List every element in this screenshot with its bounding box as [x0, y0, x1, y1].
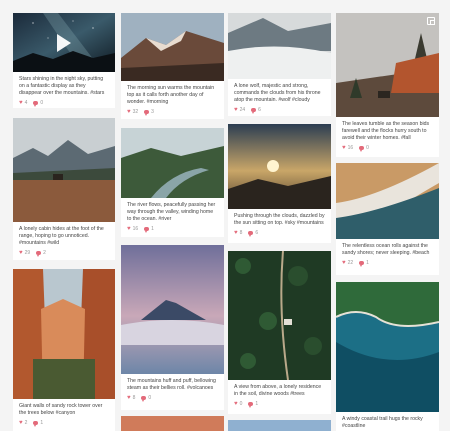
post-card[interactable]: The leaves tumble as the season bids far… [336, 13, 439, 157]
likes[interactable]: ♥ 0 [234, 401, 242, 407]
post-card[interactable]: A lonely cabin hides at the foot of the … [13, 118, 115, 260]
post-photo[interactable] [228, 124, 331, 209]
gallery-icon [427, 17, 435, 25]
post-card[interactable]: The morning sun warms the mountain top a… [121, 13, 224, 119]
post-card[interactable]: A windy coastal trail hugs the rocky #co… [336, 282, 439, 431]
post-caption: Giant walls of sandy rock tower over the… [19, 403, 103, 416]
post-stats: ♥ 32 3 [121, 106, 224, 116]
post-stats: ♥ 0 1 [228, 398, 331, 408]
post-photo[interactable] [228, 13, 331, 79]
post-caption: The river flows, peacefully passing her … [127, 202, 216, 222]
post-stats: ♥ 16 0 [336, 142, 439, 152]
heart-icon: ♥ [234, 401, 238, 407]
comments[interactable]: 0 [141, 395, 151, 402]
likes[interactable]: ♥ 8 [234, 230, 242, 236]
comments[interactable]: 0 [33, 100, 43, 107]
post-card[interactable]: Stars shining in the night sky, putting … [13, 13, 115, 108]
likes[interactable]: ♥ 4 [19, 100, 27, 106]
likes[interactable]: ♥ 24 [234, 107, 245, 113]
likes[interactable]: ♥ 32 [127, 109, 138, 115]
heart-icon: ♥ [19, 420, 23, 426]
comments[interactable]: 0 [359, 145, 369, 152]
comment-icon [144, 110, 150, 116]
heart-icon: ♥ [342, 145, 346, 151]
post-caption: The mountains huff and puff, bellowing s… [127, 378, 216, 391]
post-stats: ♥ 8 0 [121, 392, 224, 402]
post-stats: ♥ 24 6 [228, 104, 331, 114]
post-stats: ♥ 16 1 [121, 223, 224, 233]
post-caption: The relentless ocean rolls against the s… [342, 243, 430, 256]
post-card[interactable] [228, 420, 331, 431]
likes[interactable]: ♥ 22 [342, 260, 353, 266]
post-photo[interactable] [336, 282, 439, 412]
post-card[interactable] [121, 416, 224, 431]
post-stats: ♥ 29 2 [13, 247, 115, 257]
post-card[interactable]: The relentless ocean rolls against the s… [336, 163, 439, 275]
comment-icon [251, 108, 257, 114]
likes[interactable]: ♥ 29 [19, 250, 30, 256]
post-card[interactable]: Pushing through the clouds, dazzled by t… [228, 124, 331, 243]
post-photo[interactable] [13, 269, 115, 399]
comment-icon [144, 227, 150, 233]
post-caption: A windy coastal trail hugs the rocky #co… [342, 416, 423, 429]
comment-icon [359, 261, 365, 267]
heart-icon: ♥ [127, 226, 131, 232]
comment-icon [248, 231, 254, 237]
post-stats: ♥ 22 1 [336, 257, 439, 267]
comment-icon [248, 402, 254, 408]
comments[interactable]: 1 [33, 420, 43, 427]
post-card[interactable]: Giant walls of sandy rock tower over the… [13, 269, 115, 431]
comments[interactable]: 1 [359, 260, 369, 267]
post-caption: A lonely cabin hides at the foot of the … [19, 226, 104, 246]
post-stats: ♥ 2 1 [13, 417, 115, 427]
post-caption: The morning sun warms the mountain top a… [127, 85, 215, 105]
post-caption: Stars shining in the night sky, putting … [19, 76, 105, 96]
photo-grid: Stars shining in the night sky, putting … [0, 0, 450, 431]
post-photo[interactable] [228, 251, 331, 380]
comment-icon [141, 396, 147, 402]
comment-icon [359, 146, 365, 152]
heart-icon: ♥ [234, 107, 238, 113]
heart-icon: ♥ [342, 260, 346, 266]
comments[interactable]: 3 [144, 109, 154, 116]
comment-icon [33, 421, 39, 427]
comments[interactable]: 1 [248, 401, 258, 408]
comment-icon [33, 101, 39, 107]
post-photo[interactable] [228, 420, 331, 431]
heart-icon: ♥ [19, 250, 23, 256]
comments[interactable]: 6 [248, 230, 258, 237]
video-play-icon[interactable] [57, 33, 71, 52]
comments[interactable]: 2 [36, 250, 46, 257]
heart-icon: ♥ [127, 109, 131, 115]
post-caption: A lone wolf, majestic and strong, comman… [234, 83, 321, 103]
likes[interactable]: ♥ 8 [127, 395, 135, 401]
post-photo[interactable] [121, 416, 224, 431]
post-stats: ♥ 8 6 [228, 227, 331, 237]
post-photo[interactable] [121, 13, 224, 81]
post-card[interactable]: A lone wolf, majestic and strong, comman… [228, 13, 331, 116]
post-photo[interactable] [121, 128, 224, 198]
post-card[interactable]: The mountains huff and puff, bellowing s… [121, 245, 224, 410]
post-card[interactable]: A view from above, a lonely residence in… [228, 251, 331, 414]
post-card[interactable]: The river flows, peacefully passing her … [121, 128, 224, 237]
likes[interactable]: ♥ 16 [342, 145, 353, 151]
comments[interactable]: 6 [251, 107, 261, 114]
likes[interactable]: ♥ 16 [127, 226, 138, 232]
post-caption: A view from above, a lonely residence in… [234, 384, 322, 397]
post-stats: ♥ 4 0 [13, 97, 115, 107]
post-caption: Pushing through the clouds, dazzled by t… [234, 213, 325, 226]
post-caption: The leaves tumble as the season bids far… [342, 121, 430, 141]
post-photo[interactable] [121, 245, 224, 374]
post-photo[interactable] [13, 13, 115, 72]
comments[interactable]: 1 [144, 226, 154, 233]
heart-icon: ♥ [127, 395, 131, 401]
comment-icon [36, 251, 42, 257]
heart-icon: ♥ [19, 100, 23, 106]
post-photo[interactable] [336, 13, 439, 117]
likes[interactable]: ♥ 2 [19, 420, 27, 426]
post-photo[interactable] [336, 163, 439, 239]
heart-icon: ♥ [234, 230, 238, 236]
post-photo[interactable] [13, 118, 115, 222]
